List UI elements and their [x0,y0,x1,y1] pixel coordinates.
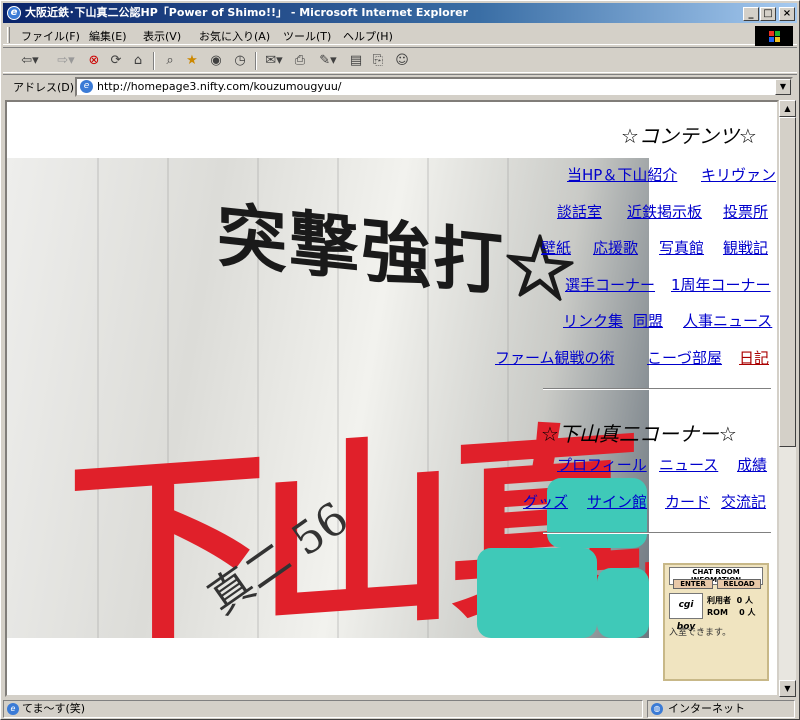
toolbar: ⇦▾ ⇨▾ ⊗ ⟳ ⌂ ⌕ ★ ◉ ◷ ✉▾ ⎙ ✎▾ ▤ ⎘ ☺ [3,47,797,73]
security-zone-label: インターネット [668,702,745,715]
nav-intro[interactable]: 当HP＆下山紹介 [567,164,677,185]
stadium-seat [477,548,597,638]
menu-tools[interactable]: ツール(T) [283,28,331,44]
divider [543,388,771,390]
mail-icon[interactable]: ✉▾ [261,52,287,70]
banner-slogan: 突撃強打☆ [217,193,577,314]
minimize-button[interactable]: _ [743,7,759,21]
chat-rom-label: ROM [707,608,728,617]
window-title: 大阪近鉄･下山真二公認HP「Power of Shimo!!」 - Micros… [25,6,469,19]
back-icon[interactable]: ⇦▾ [15,52,45,70]
security-zone-panel: ◍ インターネット [647,700,795,718]
stop-icon[interactable]: ⊗ [85,52,103,70]
chat-reload-button[interactable]: RELOAD [717,579,761,589]
scroll-up-icon[interactable]: ▲ [779,100,796,117]
nav-chatroom[interactable]: 談話室 [557,201,602,222]
nav-autograph[interactable]: サイン館 [587,491,647,512]
browser-window: e 大阪近鉄･下山真二公認HP「Power of Shimo!!」 - Micr… [0,0,800,720]
menu-grip [7,27,10,43]
menu-view[interactable]: 表示(V) [143,28,181,44]
nav-cheer-song[interactable]: 応援歌 [593,237,638,258]
chat-users-count: 0 [736,596,743,605]
chat-enter-button[interactable]: ENTER [673,579,713,589]
stadium-seat [547,478,647,548]
close-button[interactable]: × [779,7,795,21]
discuss-icon[interactable]: ▤ [347,52,365,70]
status-text-panel: e てま～す(笑) [3,700,643,718]
nav-profile[interactable]: プロフィール [557,454,647,475]
internet-zone-icon: ◍ [651,703,663,715]
nav-farm-tips[interactable]: ファーム観戦の術 [495,347,615,368]
menu-edit[interactable]: 編集(E) [89,28,127,44]
maximize-button[interactable]: □ [760,7,776,21]
windows-flag-icon [755,26,793,46]
scroll-down-icon[interactable]: ▼ [779,680,796,697]
print-icon[interactable]: ⎙ [291,52,309,70]
refresh-icon[interactable]: ⟳ [107,52,125,70]
chat-users-row: 利用者 0 人 [707,595,753,606]
menu-file[interactable]: ファイル(F) [21,28,80,44]
scroll-thumb[interactable] [779,117,796,447]
media-icon[interactable]: ◉ [207,52,225,70]
page-status-icon: e [7,703,19,715]
nav-wallpaper[interactable]: 壁紙 [541,237,571,258]
address-dropdown-icon[interactable]: ▼ [775,79,791,95]
messenger-icon[interactable]: ☺ [393,52,411,70]
menu-bar: ファイル(F) 編集(E) 表示(V) お気に入り(A) ツール(T) ヘルプ(… [3,25,797,46]
nav-diary[interactable]: 日記 [739,347,769,368]
home-icon[interactable]: ⌂ [129,52,147,70]
cgiboy-logo: cgi boy [669,593,703,632]
ie-logo-icon: e [7,6,21,20]
stadium-seat [597,568,649,638]
history-icon[interactable]: ◷ [231,52,249,70]
favorites-icon[interactable]: ★ [183,52,201,70]
nav-exchange-log[interactable]: 交流記 [721,491,766,512]
nav-news[interactable]: ニュース [659,454,718,475]
address-input[interactable]: e http://homepage3.nifty.com/kouzumougyu… [75,77,793,97]
search-icon[interactable]: ⌕ [161,52,179,70]
nav-kintetsu-bbs[interactable]: 近鉄掲示板 [627,201,702,222]
corner-heading: ☆下山真二コーナー☆ [541,422,737,446]
research-icon[interactable]: ⎘ [369,52,387,70]
page-content: 突撃強打☆ 下山真二 真二 56 ☆コンテンツ☆ 当HP＆下山紹介 キリヴァン … [5,100,779,697]
nav-personnel-news[interactable]: 人事ニュース [683,310,772,331]
banner-photo: 突撃強打☆ 下山真二 真二 56 [7,158,649,638]
nav-links[interactable]: リンク集 [563,310,623,331]
divider [543,532,771,534]
chat-status-text: 入室できます。 [669,628,732,638]
vertical-scrollbar[interactable]: ▲ ▼ [779,100,796,697]
address-url: http://homepage3.nifty.com/kouzumougyuu/ [97,80,342,93]
edit-icon[interactable]: ✎▾ [315,52,341,70]
address-bar: アドレス(D) e http://homepage3.nifty.com/kou… [3,74,797,98]
nav-stats[interactable]: 成績 [737,454,767,475]
nav-photo-gallery[interactable]: 写真館 [659,237,704,258]
title-bar[interactable]: e 大阪近鉄･下山真二公認HP「Power of Shimo!!」 - Micr… [3,3,797,23]
forward-icon[interactable]: ⇨▾ [51,52,81,70]
status-text: てま～す(笑) [22,702,86,715]
chat-room-widget: CHAT ROOM INFOMATION ENTER RELOAD cgi bo… [663,563,769,681]
status-bar: e てま～す(笑) ◍ インターネット [3,699,797,719]
chat-rom-unit: 人 [747,608,756,617]
toolbar-separator [255,52,257,70]
menu-help[interactable]: ヘルプ(H) [343,28,393,44]
nav-vote[interactable]: 投票所 [723,201,768,222]
nav-cards[interactable]: カード [665,491,710,512]
toolbar-separator [153,52,155,70]
nav-alliance[interactable]: 同盟 [633,310,663,331]
nav-goods[interactable]: グッズ [523,491,568,512]
nav-game-report[interactable]: 観戦記 [723,237,768,258]
address-label: アドレス(D) [13,81,75,94]
contents-heading: ☆コンテンツ☆ [621,124,757,148]
nav-kozu-room[interactable]: こーづ部屋 [647,347,722,368]
chat-rom-count: 0 [739,608,745,617]
chat-users-label: 利用者 [707,596,731,605]
chat-users-unit: 人 [744,596,753,605]
chat-rom-row: ROM 0 人 [707,607,755,618]
menu-favorites[interactable]: お気に入り(A) [199,28,270,44]
nav-kiriban[interactable]: キリヴァン [701,164,776,185]
nav-player-corner[interactable]: 選手コーナー [565,274,655,295]
nav-anniversary-corner[interactable]: 1周年コーナー [671,274,771,295]
page-icon: e [80,80,93,93]
